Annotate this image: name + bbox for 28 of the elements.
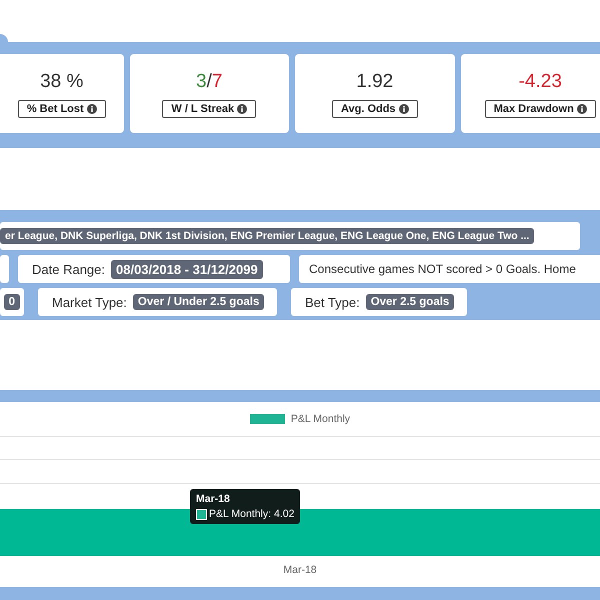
stat-value: -4.23: [518, 71, 562, 94]
tooltip-text: P&L Monthly: 4.02: [209, 508, 294, 520]
filter-card: [0, 255, 9, 283]
filter-label: Date Range:: [32, 262, 105, 276]
info-icon: [237, 104, 248, 114]
stat-label-button[interactable]: % Bet Lost: [18, 100, 106, 118]
filter-value: 08/03/2018 - 31/12/2099: [111, 260, 263, 278]
filter-value: er League, DNK Superliga, DNK 1st Division, ENG Premier League, ENG League One, ENG League Two ...: [0, 228, 534, 244]
legend-swatch: [196, 508, 207, 520]
filter-text: Consecutive games NOT scored > 0 Goals. Home: [309, 262, 576, 276]
stat-label-button[interactable]: Max Drawdown: [484, 100, 596, 118]
stat-value: 3/7: [196, 71, 222, 94]
filter-label: Bet Type:: [305, 294, 360, 310]
tooltip-title: Mar-18: [196, 493, 231, 505]
filter-value: Over 2.5 goals: [366, 294, 454, 310]
stat-label-button[interactable]: W / L Streak: [162, 100, 256, 118]
filter-value: 0: [4, 294, 20, 310]
legend-label: P&L Monthly: [290, 413, 350, 425]
filter-label: Market Type:: [52, 294, 127, 310]
info-icon: [86, 104, 97, 114]
stat-label-button[interactable]: Avg. Odds: [332, 100, 418, 118]
stat-value: 1.92: [356, 71, 394, 94]
axis-label: Mar-18: [283, 564, 317, 576]
info-icon: [576, 104, 587, 114]
legend-swatch: [250, 414, 285, 424]
stat-value: 38 %: [40, 71, 84, 94]
info-icon: [398, 104, 409, 114]
filter-value: Over / Under 2.5 goals: [132, 294, 264, 310]
